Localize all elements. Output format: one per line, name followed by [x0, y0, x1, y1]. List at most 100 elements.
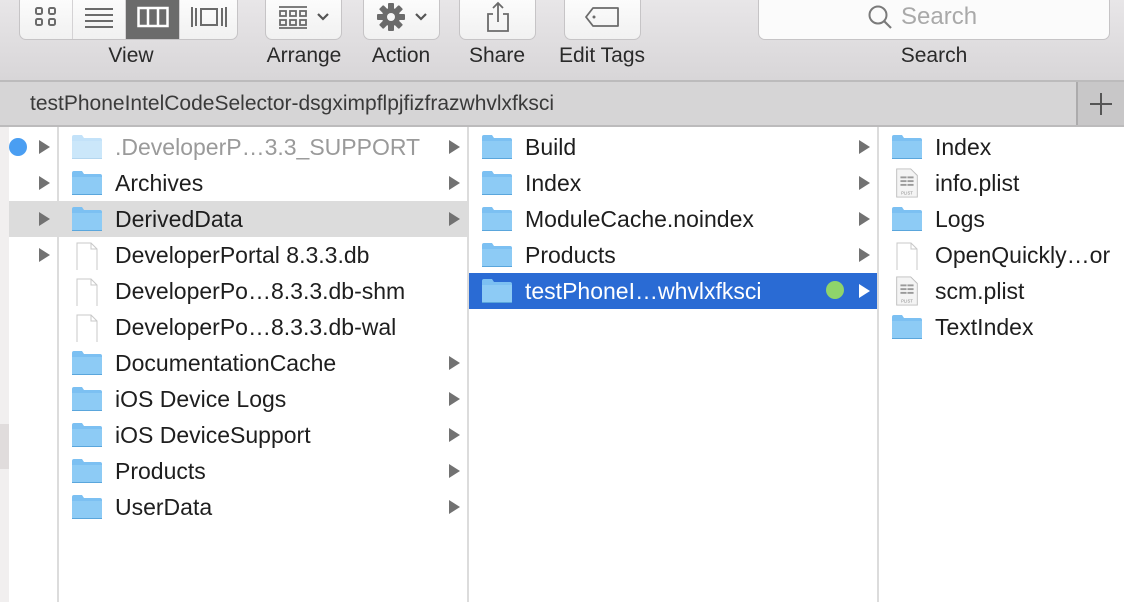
view-mode-segmented-control [19, 0, 238, 40]
expand-arrow-icon [449, 500, 460, 514]
folder-row[interactable]: DocumentationCache [59, 345, 467, 381]
expand-arrow-icon [449, 176, 460, 190]
folder-row[interactable]: iOS Device Logs [59, 381, 467, 417]
icon-view-button[interactable] [20, 0, 73, 39]
tag-icon [584, 7, 619, 27]
tab-bar: testPhoneIntelCodeSelector-dsgximpflpjfi… [0, 80, 1124, 127]
folder-icon [892, 207, 922, 231]
item-name: Archives [115, 170, 204, 196]
disclosure-triangle-icon[interactable] [39, 248, 50, 262]
expand-arrow-icon [449, 140, 460, 154]
action-label: Action [371, 44, 431, 67]
list-view-button[interactable] [73, 0, 126, 39]
folder-row[interactable]: iOS DeviceSupport [59, 417, 467, 453]
disclosure-triangle-icon[interactable] [39, 176, 50, 190]
folder-icon [72, 459, 102, 483]
action-button[interactable] [363, 0, 440, 40]
svg-text:PLIST: PLIST [901, 190, 913, 195]
item-name: Logs [935, 206, 985, 232]
share-icon [486, 1, 509, 32]
chevron-down-icon [316, 13, 329, 21]
file-row[interactable]: PLIST scm.plist [879, 273, 1124, 309]
folder-row[interactable]: Products [469, 237, 877, 273]
folder-row[interactable]: Products [59, 453, 467, 489]
search-field[interactable] [758, 0, 1110, 40]
expand-arrow-icon [449, 392, 460, 406]
current-folder-tab[interactable]: testPhoneIntelCodeSelector-dsgximpflpjfi… [30, 92, 554, 116]
folder-row[interactable]: TextIndex [879, 309, 1124, 345]
folder-row[interactable]: Archives [59, 165, 467, 201]
folder-row[interactable]: Index [469, 165, 877, 201]
item-name: DerivedData [115, 206, 243, 232]
item-name: UserData [115, 494, 213, 520]
disclosure-triangle-icon[interactable] [39, 140, 50, 154]
folder-row[interactable]: DerivedData [59, 201, 467, 237]
item-name: DocumentationCache [115, 350, 337, 376]
folder-icon [72, 495, 102, 519]
item-name: Index [935, 134, 992, 160]
folder-icon [482, 279, 512, 303]
item-name: iOS DeviceSupport [115, 422, 311, 448]
column-3[interactable]: Index PLIST info.plist Logs OpenQuickly…o… [879, 127, 1124, 602]
disclosure-column [9, 127, 59, 602]
folder-icon [72, 423, 102, 447]
share-button[interactable] [459, 0, 536, 40]
arrange-button[interactable] [265, 0, 342, 40]
folder-row[interactable]: .DeveloperP…3.3_SUPPORT [59, 129, 467, 165]
folder-icon [892, 135, 922, 159]
folder-row[interactable]: testPhoneI…whvlxfksci [469, 273, 877, 309]
sidebar-edge [0, 127, 9, 602]
folder-row[interactable]: ModuleCache.noindex [469, 201, 877, 237]
edit-tags-label: Edit Tags [559, 44, 645, 67]
edit-tags-button[interactable] [564, 0, 641, 40]
item-name: scm.plist [935, 278, 1025, 304]
item-name: .DeveloperP…3.3_SUPPORT [115, 134, 421, 160]
arrange-grid-icon [278, 6, 307, 29]
plus-icon [1090, 92, 1112, 115]
expand-arrow-icon [449, 428, 460, 442]
expand-arrow-icon [859, 284, 870, 298]
green-tag-dot [826, 281, 844, 299]
folder-icon [72, 171, 102, 195]
folder-row[interactable]: UserData [59, 489, 467, 525]
column-view-button[interactable] [126, 0, 180, 39]
column-1[interactable]: .DeveloperP…3.3_SUPPORT Archives Derived… [59, 127, 469, 602]
folder-row[interactable]: Logs [879, 201, 1124, 237]
plist-file-icon: PLIST [896, 168, 918, 198]
disclosure-triangle-icon[interactable] [39, 212, 50, 226]
search-input[interactable] [901, 3, 1001, 31]
file-row[interactable]: DeveloperPortal 8.3.3.db [59, 237, 467, 273]
folder-icon [72, 351, 102, 375]
search-icon [868, 5, 892, 29]
folder-icon [72, 207, 102, 231]
item-name: OpenQuickly…or [935, 242, 1111, 268]
document-icon [76, 278, 98, 306]
file-row[interactable]: PLIST info.plist [879, 165, 1124, 201]
item-name: Products [115, 458, 206, 484]
folder-row[interactable]: Build [469, 129, 877, 165]
item-name: testPhoneI…whvlxfksci [525, 278, 762, 304]
expand-arrow-icon [859, 248, 870, 262]
item-name: DeveloperPo…8.3.3.db-wal [115, 314, 397, 340]
item-name: Build [525, 134, 577, 160]
new-tab-button[interactable] [1076, 82, 1124, 125]
chevron-down-icon [414, 13, 427, 21]
file-row[interactable]: OpenQuickly…or [879, 237, 1124, 273]
toolbar: View Arrange Action Share Edit Tags Sear… [0, 0, 1124, 80]
expand-arrow-icon [449, 464, 460, 478]
gear-icon [376, 3, 405, 31]
folder-icon [482, 207, 512, 231]
item-name: DeveloperPortal 8.3.3.db [115, 242, 370, 268]
folder-icon [892, 315, 922, 339]
file-row[interactable]: DeveloperPo…8.3.3.db-shm [59, 273, 467, 309]
arrange-label: Arrange [266, 44, 342, 67]
item-name: TextIndex [935, 314, 1034, 340]
columns-icon [136, 6, 169, 28]
folder-row[interactable]: Index [879, 129, 1124, 165]
folder-icon [72, 135, 102, 159]
cover-flow-view-button[interactable] [180, 0, 237, 39]
item-name: DeveloperPo…8.3.3.db-shm [115, 278, 406, 304]
column-2[interactable]: Build Index ModuleCache.noindex Products… [469, 127, 879, 602]
file-row[interactable]: DeveloperPo…8.3.3.db-wal [59, 309, 467, 345]
expand-arrow-icon [859, 140, 870, 154]
